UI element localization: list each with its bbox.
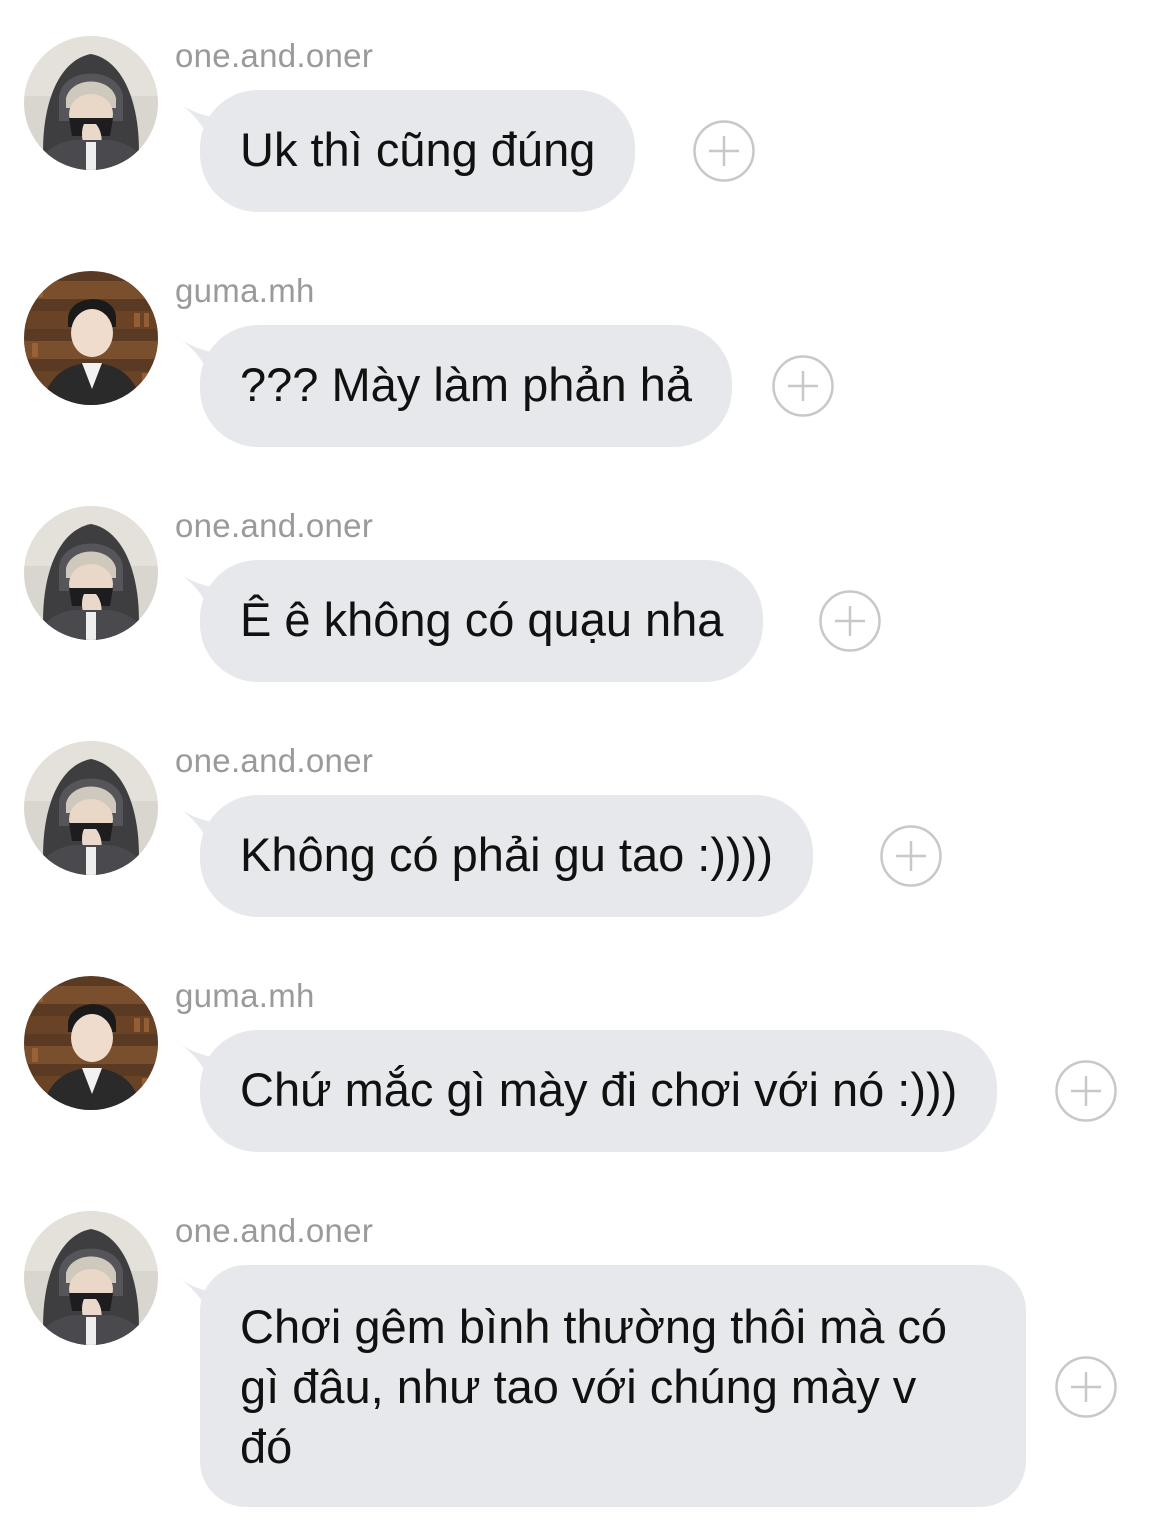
hooded-user-avatar [24,1211,158,1345]
user-avatar[interactable] [24,976,158,1110]
add-reaction-button[interactable] [819,590,881,652]
message-text-line: Chơi gêm bình thường thôi mà có [240,1300,948,1353]
username[interactable]: one.and.oner [175,36,373,76]
message-bubble[interactable]: ??? Mày làm phản hả [200,325,733,447]
user-avatar[interactable] [24,271,158,405]
message-text-line: gì đâu, như tao với chúng mày v [240,1360,917,1413]
user-avatar[interactable] [24,741,158,875]
username[interactable]: guma.mh [175,271,315,311]
message-text: Uk thì cũng đúng [240,123,596,176]
message-bubble[interactable]: Chơi gêm bình thường thôi mà có gì đâu, … [200,1265,1026,1507]
library-user-avatar [24,976,158,1110]
add-reaction-icon [1055,1060,1117,1122]
add-reaction-button[interactable] [1055,1060,1117,1122]
add-reaction-button[interactable] [693,120,755,182]
message-text-line: đó [240,1420,293,1473]
message-bubble[interactable]: Chứ mắc gì mày đi chơi với nó :))) [200,1030,998,1152]
add-reaction-icon [693,120,755,182]
username[interactable]: one.and.oner [175,741,373,781]
add-reaction-icon [772,355,834,417]
add-reaction-button[interactable] [880,825,942,887]
add-reaction-icon [1055,1356,1117,1418]
add-reaction-icon [819,590,881,652]
library-user-avatar [24,271,158,405]
username[interactable]: one.and.oner [175,506,373,546]
message-text: ??? Mày làm phản hả [240,358,693,411]
message-text: Ê ê không có quạu nha [240,593,724,646]
add-reaction-icon [880,825,942,887]
add-reaction-button[interactable] [772,355,834,417]
user-avatar[interactable] [24,506,158,640]
message-bubble[interactable]: Không có phải gu tao :)))) [200,795,813,917]
message-bubble[interactable]: Uk thì cũng đúng [200,90,636,212]
username[interactable]: guma.mh [175,976,315,1016]
message-text: Chứ mắc gì mày đi chơi với nó :))) [240,1063,958,1116]
add-reaction-button[interactable] [1055,1356,1117,1418]
hooded-user-avatar [24,506,158,640]
user-avatar[interactable] [24,1211,158,1345]
username[interactable]: one.and.oner [175,1211,373,1251]
hooded-user-avatar [24,741,158,875]
hooded-user-avatar [24,36,158,170]
message-text: Không có phải gu tao :)))) [240,828,773,881]
message-bubble[interactable]: Ê ê không có quạu nha [200,560,764,682]
chat-thread: one.and.oner Uk thì cũng đúng guma.mh ??… [0,0,1170,1535]
user-avatar[interactable] [24,36,158,170]
